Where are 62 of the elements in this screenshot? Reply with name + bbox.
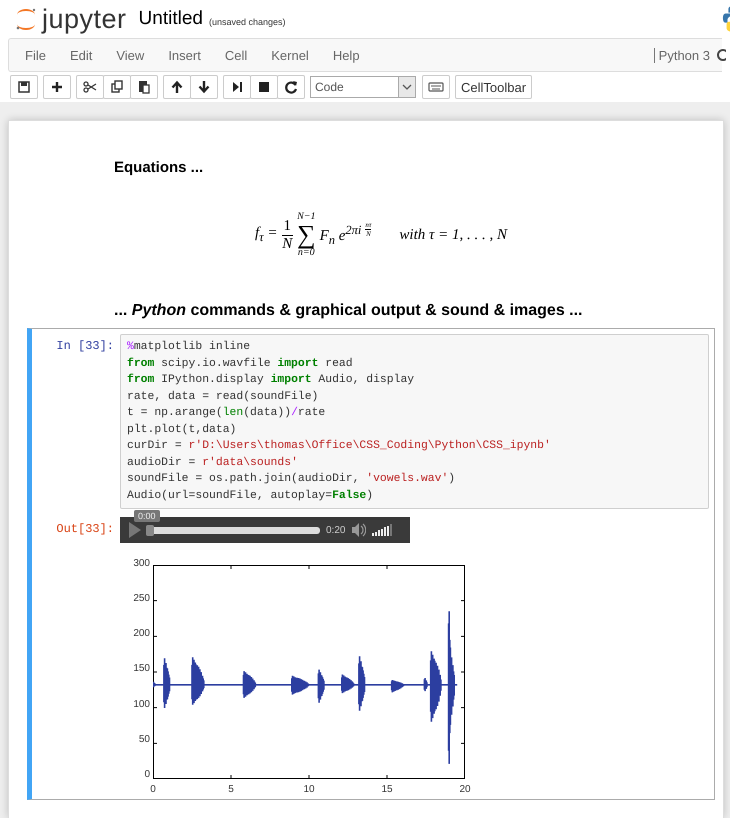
- menu-item[interactable]: Insert: [160, 48, 217, 62]
- kernel-status-icon: [716, 48, 726, 62]
- jupyter-logo-text[interactable]: jupyter: [42, 6, 127, 32]
- notebook-title[interactable]: Untitled: [138, 8, 203, 30]
- jupyter-logo-icon: [14, 7, 38, 31]
- markdown-subheading: ... Python commands & graphical output & sound & images ...: [114, 302, 584, 320]
- x-tick-label: 10: [302, 784, 316, 795]
- menu-item[interactable]: Kernel: [263, 48, 325, 62]
- paste-button[interactable]: [130, 75, 158, 99]
- up-arrow-button[interactable]: [163, 75, 191, 99]
- menu-item[interactable]: Cell: [216, 48, 264, 62]
- menu-item[interactable]: File: [17, 48, 62, 62]
- save-icon: [16, 79, 32, 95]
- restart-button[interactable]: [277, 75, 305, 99]
- scissors-icon: [82, 79, 98, 95]
- seek-track[interactable]: [148, 526, 320, 534]
- plus-button[interactable]: [43, 75, 71, 99]
- cell-type-dropdown[interactable]: Code: [310, 76, 416, 98]
- y-tick-label: 100: [133, 698, 150, 710]
- code-editor[interactable]: %matplotlib inline from scipy.io.wavfile import read from IPython.display import Audio, display rate, data = read(soundFile) t = np.arange(len(data))/rate plt.plot(t,data) curDir = r'D:\Users\thomas\Office\CSS_Coding\Python\CSS_ipynb' audioDir = r'data\sounds' soundFile = os.path.join(audioDir, 'vowels.wav') Audio(url=soundFile, autoplay=False): [120, 334, 709, 509]
- y-tick-label: 250: [133, 593, 150, 604]
- markdown-heading: Equations ...: [114, 159, 204, 176]
- volume-icon[interactable]: [351, 522, 366, 538]
- volume-level[interactable]: [372, 524, 392, 536]
- y-tick-label: 50: [138, 734, 150, 745]
- y-tick-label: 0: [144, 768, 150, 780]
- down-arrow-button[interactable]: [190, 75, 218, 99]
- x-tick-label: 0: [149, 784, 157, 795]
- stop-button[interactable]: [250, 75, 278, 99]
- menu-item[interactable]: Help: [324, 48, 376, 62]
- stop-icon: [256, 79, 272, 95]
- keyboard-shortcuts-button[interactable]: [422, 75, 450, 99]
- cell-type-value: Code: [315, 80, 344, 94]
- cell-toolbar-button[interactable]: CellToolbar: [455, 75, 532, 99]
- step-forward-button[interactable]: [223, 75, 251, 99]
- restart-icon: [283, 79, 299, 95]
- play-icon[interactable]: [128, 521, 142, 539]
- menu-item[interactable]: View: [108, 48, 160, 62]
- save-button[interactable]: [10, 75, 38, 99]
- copy-button[interactable]: [103, 75, 131, 99]
- input-prompt: In [33]:: [55, 338, 115, 355]
- plus-icon: [49, 79, 65, 95]
- y-tick-label: 150: [133, 663, 150, 674]
- code-cell[interactable]: [27, 328, 715, 800]
- duration-label: 0:20: [326, 524, 346, 536]
- time-tooltip: 0:00: [134, 510, 160, 522]
- menu-item[interactable]: Edit: [62, 48, 108, 62]
- paste-icon: [136, 79, 152, 95]
- seek-thumb[interactable]: [146, 524, 154, 536]
- x-tick-label: 15: [380, 784, 394, 795]
- save-status: (unsaved changes): [208, 17, 286, 27]
- down-arrow-icon: [196, 79, 212, 95]
- copy-icon: [109, 79, 125, 95]
- caret-icon: [398, 77, 415, 97]
- scissors-button[interactable]: [76, 75, 104, 99]
- up-arrow-icon: [169, 79, 185, 95]
- output-prompt: Out[33]:: [55, 521, 115, 538]
- x-tick-label: 20: [458, 784, 472, 795]
- y-tick-label: 200: [133, 628, 150, 640]
- x-tick-label: 5: [227, 784, 235, 795]
- kernel-name: Python 3: [658, 48, 710, 62]
- y-tick-label: 300: [133, 558, 150, 569]
